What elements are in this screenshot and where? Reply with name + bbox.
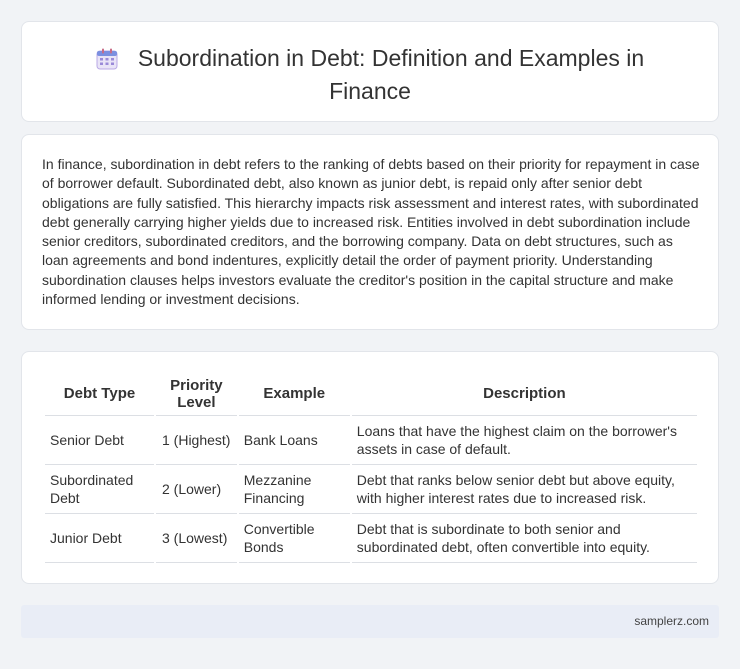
cell-debt-type: Junior Debt	[45, 514, 154, 563]
header-description: Description	[351, 372, 697, 416]
cell-description: Debt that ranks below senior debt but ab…	[351, 465, 697, 514]
table-row: Senior Debt 1 (Highest) Bank Loans Loans…	[45, 416, 697, 465]
title-card: Subordination in Debt: Definition and Ex…	[21, 21, 719, 122]
cell-debt-type: Subordinated Debt	[45, 465, 154, 514]
cell-description: Debt that is subordinate to both senior …	[351, 514, 697, 563]
calendar-icon	[96, 48, 118, 77]
header-debt-type: Debt Type	[45, 372, 154, 416]
title-line-2: Finance	[329, 78, 411, 104]
footer-site-link[interactable]: samplerz.com	[634, 614, 709, 628]
table-row: Subordinated Debt 2 (Lower) Mezzanine Fi…	[45, 465, 697, 514]
cell-priority: 3 (Lowest)	[156, 514, 237, 563]
debt-table: Debt Type Priority Level Example Descrip…	[43, 372, 699, 563]
table-row: Junior Debt 3 (Lowest) Convertible Bonds…	[45, 514, 697, 563]
footer: samplerz.com	[21, 605, 719, 638]
intro-paragraph: In finance, subordination in debt refers…	[42, 156, 700, 308]
table-card: Debt Type Priority Level Example Descrip…	[21, 351, 719, 584]
header-priority-level: Priority Level	[156, 372, 237, 416]
page-title: Subordination in Debt: Definition and Ex…	[22, 44, 718, 106]
cell-priority: 1 (Highest)	[156, 416, 237, 465]
cell-example: Convertible Bonds	[238, 514, 350, 563]
intro-card: In finance, subordination in debt refers…	[21, 134, 719, 330]
cell-example: Bank Loans	[238, 416, 350, 465]
cell-description: Loans that have the highest claim on the…	[351, 416, 697, 465]
header-example: Example	[238, 372, 350, 416]
table-header-row: Debt Type Priority Level Example Descrip…	[45, 372, 697, 416]
title-line-1: Subordination in Debt: Definition and Ex…	[137, 45, 645, 71]
cell-debt-type: Senior Debt	[45, 416, 154, 465]
cell-example: Mezzanine Financing	[238, 465, 350, 514]
cell-priority: 2 (Lower)	[156, 465, 237, 514]
